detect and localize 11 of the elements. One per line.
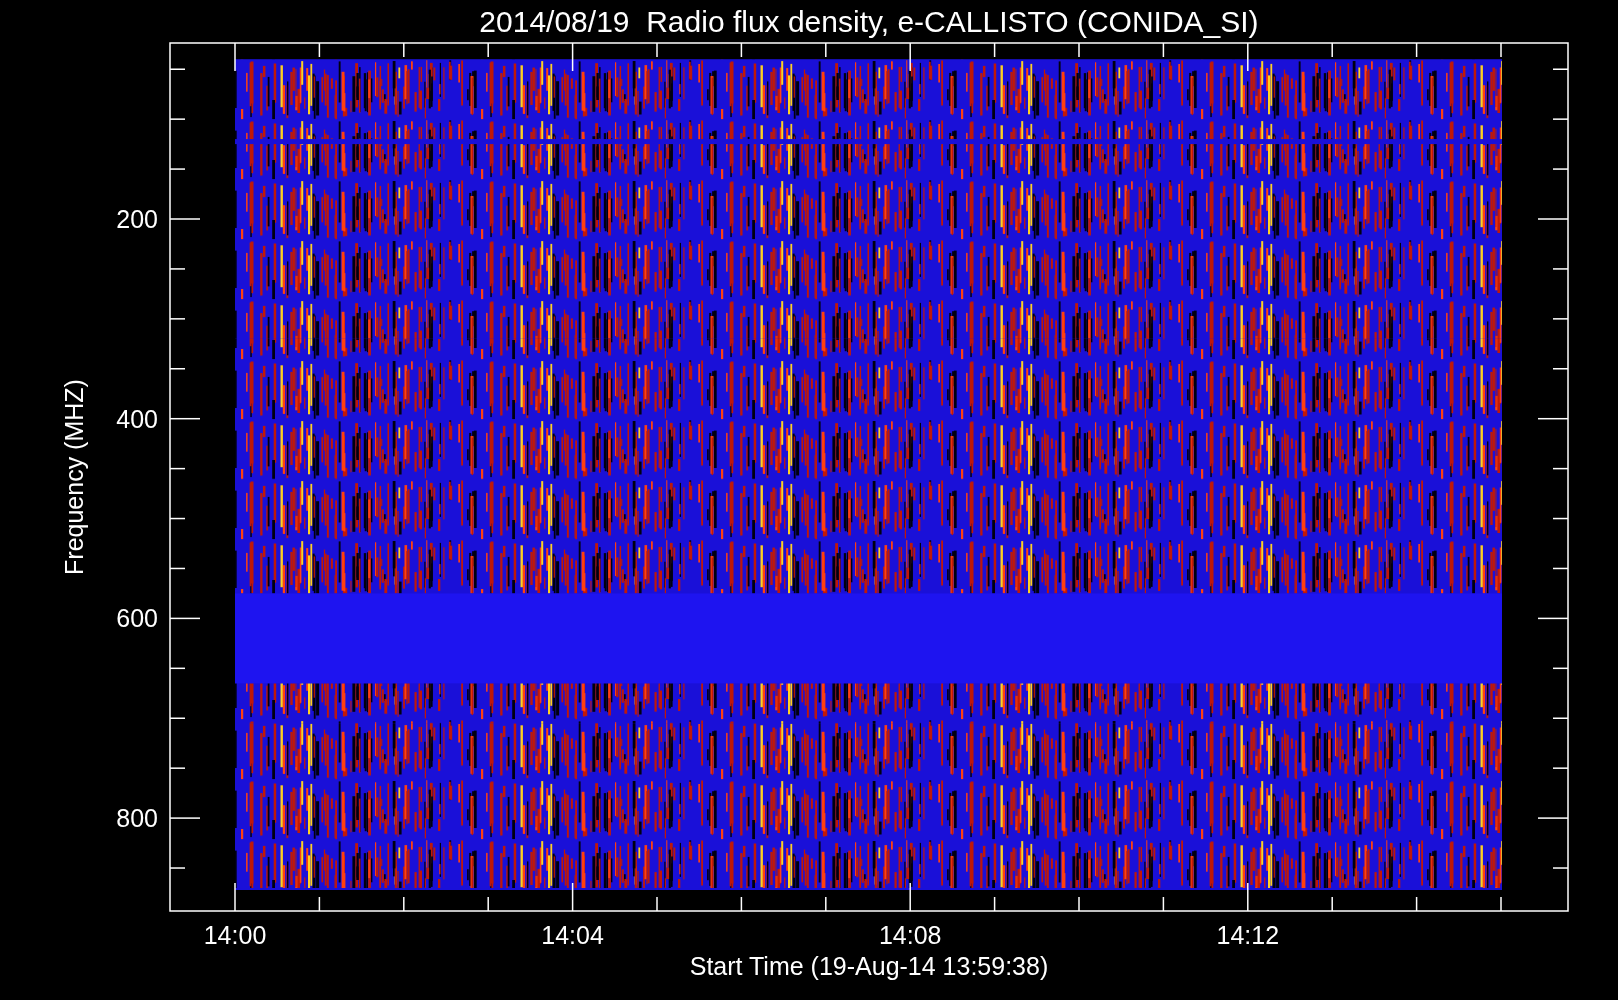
y-axis-label: Frequency (MHZ) bbox=[60, 379, 88, 575]
x-tick-label: 14:12 bbox=[1216, 921, 1280, 949]
x-tick-label: 14:04 bbox=[541, 921, 604, 949]
y-tick-label: 800 bbox=[116, 804, 158, 833]
x-tick-label: 14:00 bbox=[203, 921, 267, 949]
y-tick-label: 600 bbox=[116, 604, 158, 633]
y-tick-label: 400 bbox=[116, 404, 158, 433]
x-axis-label: Start Time (19-Aug-14 13:59:38) bbox=[689, 952, 1049, 980]
x-tick-label: 14:08 bbox=[878, 921, 942, 949]
chart-title: 2014/08/19 Radio flux density, e-CALLISTO (CONIDA_SI) bbox=[479, 5, 1259, 38]
y-tick-label: 200 bbox=[116, 205, 158, 233]
